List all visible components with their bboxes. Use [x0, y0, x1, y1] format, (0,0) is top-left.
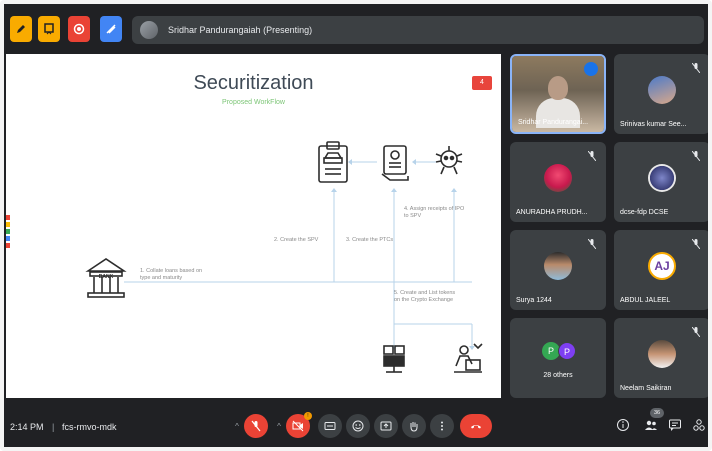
participant-avatar	[648, 164, 676, 192]
step3-note: 3. Create the PTCs	[346, 237, 394, 243]
presenting-banner: Sridhar Pandurangaiah (Presenting)	[132, 16, 704, 44]
leave-call-button[interactable]	[460, 414, 492, 438]
separator: |	[52, 422, 55, 432]
meeting-code: fcs-rmvo-mdk	[62, 422, 117, 432]
crypto-token-icon	[435, 146, 463, 175]
mic-off-icon	[692, 239, 700, 249]
more-vert-icon	[441, 421, 443, 431]
presentation-slide: Securitization Proposed WorkFlow 4 BANK …	[6, 54, 501, 398]
workflow-diagram: BANK	[85, 141, 483, 373]
step5-note: 5. Create and List tokens on the Crypto …	[394, 290, 456, 303]
participant-count-badge: 36	[650, 408, 664, 418]
hand-icon	[410, 422, 418, 432]
participant-tile[interactable]: dcse-fdp DCSE	[614, 142, 708, 222]
participant-avatar	[544, 252, 572, 280]
participant-tile[interactable]: AJ ABDUL JALEEL	[614, 230, 708, 310]
video-options-button[interactable]: ^	[274, 414, 284, 438]
record-icon	[73, 23, 85, 35]
mic-toggle-button[interactable]	[244, 414, 268, 438]
mic-off-icon	[251, 420, 261, 432]
meeting-info-icon[interactable]	[616, 418, 630, 432]
marker-icon	[106, 24, 116, 34]
meeting-time: 2:14 PM	[10, 422, 44, 432]
board-icon	[44, 23, 54, 35]
participant-name: ANURADHA PRUDH...	[516, 209, 588, 216]
ptc-document-icon	[381, 145, 409, 181]
phone-hangup-icon	[471, 425, 481, 429]
meet-window: Sridhar Pandurangaiah (Presenting) Secur…	[0, 0, 712, 451]
effects-tool-button[interactable]	[100, 16, 122, 42]
participant-tile[interactable]: Srinivas kumar See...	[614, 54, 708, 134]
participant-avatar	[544, 164, 572, 192]
step1-note: 1. Collate loans based on type and matur…	[140, 268, 203, 281]
participant-name: Srinivas kumar See...	[620, 121, 687, 128]
captions-button[interactable]	[318, 414, 342, 438]
mic-off-icon	[692, 151, 700, 161]
participant-avatar	[648, 340, 676, 368]
chat-icon[interactable]	[668, 418, 682, 432]
activities-icon[interactable]	[692, 418, 706, 432]
presenter-avatar	[140, 21, 158, 39]
participant-name: Neelam Saikiran	[620, 385, 672, 392]
present-screen-button[interactable]	[374, 414, 398, 438]
audio-options-button[interactable]: ^	[232, 414, 242, 438]
mic-off-icon	[588, 239, 596, 249]
flow-connectors	[124, 161, 473, 346]
step4-note: 4. Assign receipts of IPO to SPV	[404, 206, 465, 219]
spv-clipboard-icon	[318, 141, 348, 183]
top-bar: Sridhar Pandurangaiah (Presenting)	[4, 4, 708, 60]
participant-tile[interactable]: Surya 1244	[510, 230, 606, 310]
raise-hand-button[interactable]	[402, 414, 426, 438]
mic-off-icon	[692, 327, 700, 337]
camera-off-icon	[292, 420, 304, 432]
bank-label: BANK	[99, 274, 114, 280]
bottom-bar: 2:14 PM | fcs-rmvo-mdk ^ ^ ! 36	[4, 400, 708, 447]
captions-icon	[324, 422, 336, 430]
participant-avatar	[648, 76, 676, 104]
participant-tile[interactable]: Neelam Saikiran	[614, 318, 708, 398]
investor-laptop-icon	[454, 343, 483, 373]
participant-name: Sridhar Pandurangai...	[518, 119, 589, 126]
speaking-indicator-icon	[584, 62, 598, 76]
whiteboard-tool-button[interactable]	[38, 16, 60, 42]
pen-icon	[17, 25, 25, 33]
participant-tile-presenter[interactable]: Sridhar Pandurangai...	[510, 54, 606, 134]
participant-tile[interactable]: ANURADHA PRUDH...	[510, 142, 606, 222]
step2-note: 2. Create the SPV	[274, 237, 319, 243]
mic-off-icon	[692, 63, 700, 73]
participant-name: Surya 1244	[516, 297, 552, 304]
flow-arrowheads	[331, 159, 475, 350]
reactions-button[interactable]	[346, 414, 370, 438]
participant-avatar: AJ	[648, 252, 676, 280]
people-icon[interactable]	[644, 418, 658, 432]
alert-badge: !	[304, 412, 312, 420]
other-avatar: P	[558, 342, 576, 360]
emoji-icon	[352, 420, 364, 432]
presenting-label: Sridhar Pandurangaiah (Presenting)	[168, 25, 313, 35]
annotation-tool-button[interactable]	[10, 16, 32, 42]
mic-off-icon	[588, 151, 596, 161]
record-button[interactable]	[68, 16, 90, 42]
participant-name: dcse-fdp DCSE	[620, 209, 669, 216]
others-count-label: 28 others	[543, 372, 573, 379]
others-tile[interactable]: P P 28 others	[510, 318, 606, 398]
participant-name: ABDUL JALEEL	[620, 297, 671, 304]
present-icon	[380, 421, 392, 431]
more-options-button[interactable]	[430, 414, 454, 438]
